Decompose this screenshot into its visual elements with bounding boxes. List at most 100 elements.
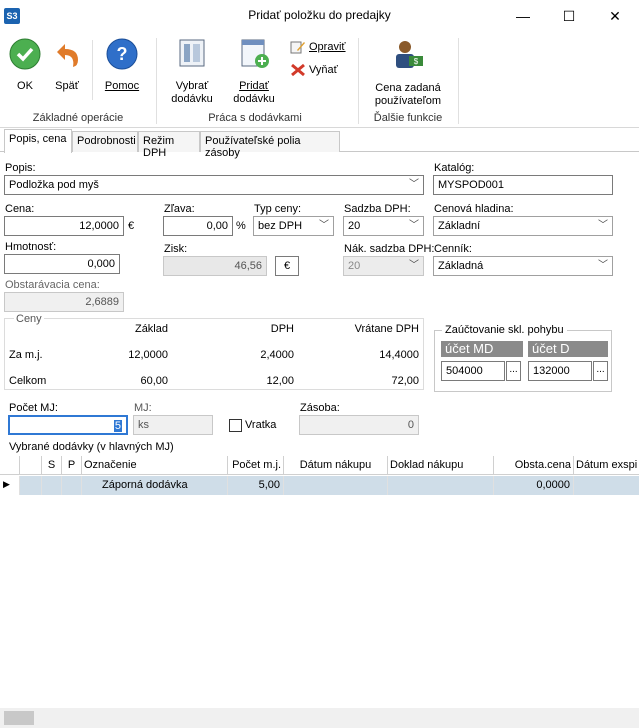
add-delivery-button[interactable]: Pridať dodávku	[228, 38, 280, 106]
row-oznacenie[interactable]: Záporná dodávka	[82, 476, 228, 495]
add-delivery-line2: dodávku	[233, 93, 275, 105]
chevron-down-icon: ﹀	[598, 260, 608, 271]
nak-sadzba-select: 20 ﹀	[343, 256, 424, 276]
zasoba-label: Zásoba:	[300, 402, 340, 414]
close-button[interactable]: ✕	[592, 0, 638, 32]
undo-arrow-icon	[57, 44, 78, 67]
cennik-select[interactable]: Základná ﹀	[433, 256, 613, 276]
ribbon-group-deliveries: Práca s dodávkami	[208, 112, 302, 124]
ucet-d-field[interactable]: 132000	[528, 361, 592, 381]
check-icon	[9, 38, 41, 70]
nak-sadzba-label: Nák. sadzba DPH:	[344, 243, 435, 255]
select-delivery-button[interactable]: Vybrať dodávku	[166, 38, 218, 106]
user-price-line2: používateľom	[374, 95, 442, 107]
zlava-field[interactable]: 0,00	[163, 216, 233, 236]
table-cell[interactable]	[62, 476, 82, 495]
grid-header-oznacenie[interactable]: Označenie	[82, 456, 228, 475]
hmotnost-field[interactable]: 0,000	[4, 254, 120, 274]
ceny-row-total-label: Celkom	[9, 375, 47, 387]
vratka-checkbox[interactable]	[229, 419, 242, 432]
cennik-value: Základná	[438, 260, 484, 272]
remove-label: Vyňať	[309, 64, 338, 76]
ceny-unit-zaklad: 12,0000	[128, 349, 168, 361]
pocet-mj-field[interactable]: 5	[8, 415, 128, 435]
ceny-col-zaklad: Základ	[134, 323, 168, 335]
popis-label: Popis:	[5, 162, 36, 174]
back-button[interactable]: Späť	[50, 38, 84, 93]
scrollbar-thumb[interactable]	[4, 711, 34, 725]
row-obst-cena[interactable]: 0,0000	[494, 476, 574, 495]
edit-pencil-icon	[290, 41, 305, 54]
maximize-button[interactable]: ☐	[546, 0, 592, 32]
pocet-mj-value: 5	[113, 420, 122, 432]
ribbon-separator	[458, 38, 459, 124]
horizontal-scrollbar[interactable]	[0, 708, 639, 728]
grid-row-header	[0, 456, 20, 475]
remove-button[interactable]: Vyňať	[290, 63, 338, 77]
grid-header-datum-exspiracie[interactable]: Dátum exspi	[574, 456, 639, 475]
edit-button[interactable]: Opraviť	[290, 40, 346, 54]
popis-field[interactable]: Podložka pod myš ﹀	[4, 175, 424, 195]
row-datum-exspiracie[interactable]	[574, 476, 639, 495]
sadzba-dph-select[interactable]: 20 ﹀	[343, 216, 424, 236]
select-delivery-line1: Vybrať	[175, 80, 209, 92]
row-doklad-nakupu[interactable]	[388, 476, 494, 495]
grid-header-p[interactable]: P	[62, 456, 82, 475]
pocet-mj-label: Počet MJ:	[9, 402, 58, 414]
zisk-label: Zisk:	[164, 243, 188, 255]
tab-podrobnosti[interactable]: Podrobnosti	[72, 131, 138, 152]
ucet-md-lookup-button[interactable]: ...	[506, 361, 521, 381]
cena-field[interactable]: 12,0000	[4, 216, 124, 236]
grid-caption: Vybrané dodávky (v hlavných MJ)	[9, 441, 174, 453]
ucet-md-field[interactable]: 504000	[441, 361, 505, 381]
katalog-label: Katalóg:	[434, 162, 475, 174]
grid-header-s[interactable]: S	[42, 456, 62, 475]
row-datum-nakupu[interactable]	[284, 476, 388, 495]
ok-label: OK	[17, 80, 33, 92]
tab-user-fields[interactable]: Používateľské polia zásoby	[200, 131, 340, 159]
grid-blank-header	[20, 456, 42, 475]
remove-x-icon	[291, 63, 305, 77]
katalog-field[interactable]: MYSPOD001	[433, 175, 613, 195]
ribbon-group-basic: Základné operácie	[32, 112, 124, 124]
cena-unit: €	[128, 220, 135, 232]
ceny-unit-vratane: 14,4000	[379, 349, 419, 361]
help-label: Pomoc	[104, 80, 140, 92]
typ-ceny-select[interactable]: bez DPH ﹀	[253, 216, 334, 236]
grid-header-doklad-nakupu[interactable]: Doklad nákupu	[388, 456, 494, 475]
ucet-d-lookup-button[interactable]: ...	[593, 361, 608, 381]
zisk-currency-button[interactable]: €	[275, 256, 299, 276]
typ-ceny-label: Typ ceny:	[254, 203, 302, 215]
sadzba-dph-label: Sadzba DPH:	[344, 203, 411, 215]
user-price-button[interactable]: $ Cena zadaná používateľom	[364, 38, 452, 108]
ceny-row-unit-label: Za m.j.	[9, 349, 43, 361]
nak-sadzba-value: 20	[348, 260, 361, 272]
tab-rezim-dph[interactable]: Režim DPH	[138, 131, 200, 159]
ceny-col-dph: DPH	[270, 323, 294, 335]
help-button[interactable]: ? Pomoc	[100, 38, 144, 93]
grid-header-pocet[interactable]: Počet m.j.	[228, 456, 284, 475]
tab-popis-cena[interactable]: Popis, cena	[4, 129, 72, 153]
obst-cena-label: Obstarávacia cena:	[5, 279, 100, 291]
back-label: Späť	[55, 80, 79, 92]
grid-header-datum-nakupu[interactable]: Dátum nákupu	[284, 456, 388, 475]
row-pocet[interactable]: 5,00	[228, 476, 284, 495]
edit-label: Opraviť	[309, 41, 346, 53]
ok-button[interactable]: OK	[8, 38, 42, 93]
select-delivery-line2: dodávku	[171, 93, 213, 105]
cenova-hladina-select[interactable]: Základní ﹀	[433, 216, 613, 236]
minimize-button[interactable]: —	[500, 0, 546, 32]
ceny-total-dph: 12,00	[266, 375, 294, 387]
chevron-down-icon: ﹀	[319, 220, 329, 231]
table-cell[interactable]	[20, 476, 42, 495]
cenova-hladina-label: Cenová hladina:	[434, 203, 514, 215]
user-price-line1: Cena zadaná	[375, 82, 441, 94]
ceny-total-zaklad: 60,00	[140, 375, 168, 387]
ceny-unit-dph: 2,4000	[260, 349, 294, 361]
svg-text:?: ?	[117, 44, 128, 64]
table-cell[interactable]	[42, 476, 62, 495]
grid-header-obst-cena[interactable]: Obsta.cena	[494, 456, 574, 475]
zlava-unit: %	[236, 220, 246, 232]
sadzba-dph-value: 20	[348, 220, 361, 232]
vratka-label: Vratka	[245, 419, 277, 431]
